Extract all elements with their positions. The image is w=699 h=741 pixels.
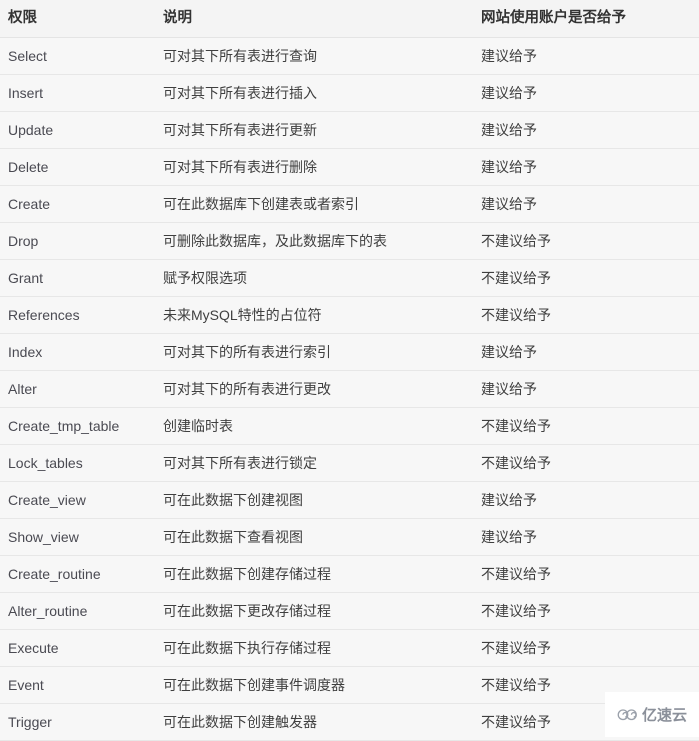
- table-row: Event 可在此数据下创建事件调度器 不建议给予: [0, 666, 699, 704]
- column-header-grant: 网站使用账户是否给予: [473, 0, 699, 38]
- cell-privilege: Grant: [0, 259, 155, 297]
- table-row: Execute 可在此数据下执行存储过程 不建议给予: [0, 629, 699, 667]
- cell-description: 未来MySQL特性的占位符: [155, 296, 473, 334]
- cell-grant: 不建议给予: [473, 666, 699, 704]
- cell-grant: 不建议给予: [473, 222, 699, 260]
- cell-privilege: Trigger: [0, 703, 155, 741]
- table-row: Create_view 可在此数据下创建视图 建议给予: [0, 481, 699, 519]
- cell-description: 创建临时表: [155, 407, 473, 445]
- cell-grant: 不建议给予: [473, 703, 699, 741]
- table-row: Create_routine 可在此数据下创建存储过程 不建议给予: [0, 555, 699, 593]
- cell-description: 可对其下所有表进行删除: [155, 148, 473, 186]
- table-row: Lock_tables 可对其下所有表进行锁定 不建议给予: [0, 444, 699, 482]
- cell-privilege: Create_routine: [0, 555, 155, 593]
- cell-description: 可在此数据库下创建表或者索引: [155, 185, 473, 223]
- cell-grant: 建议给予: [473, 111, 699, 149]
- cell-description: 可删除此数据库，及此数据库下的表: [155, 222, 473, 260]
- table-row: Select 可对其下所有表进行查询 建议给予: [0, 37, 699, 75]
- cell-privilege: Event: [0, 666, 155, 704]
- table-header: 权限 说明 网站使用账户是否给予: [0, 0, 699, 38]
- table-body: Select 可对其下所有表进行查询 建议给予 Insert 可对其下所有表进行插入 建议…: [0, 37, 699, 741]
- table-row: Grant 赋予权限选项 不建议给予: [0, 259, 699, 297]
- cell-privilege: Alter: [0, 370, 155, 408]
- cell-privilege: Insert: [0, 74, 155, 112]
- mysql-privileges-table: 权限 说明 网站使用账户是否给予 Select 可对其下所有表进行查询 建议给予 In…: [0, 0, 699, 741]
- cell-privilege: Select: [0, 37, 155, 75]
- cell-privilege: Show_view: [0, 518, 155, 556]
- cell-privilege: Lock_tables: [0, 444, 155, 482]
- cell-description: 可在此数据下查看视图: [155, 518, 473, 556]
- cell-description: 可对其下的所有表进行索引: [155, 333, 473, 371]
- column-header-privilege: 权限: [0, 0, 155, 38]
- cell-grant: 建议给予: [473, 481, 699, 519]
- table-row: Alter 可对其下的所有表进行更改 建议给予: [0, 370, 699, 408]
- cell-description: 可在此数据下更改存储过程: [155, 592, 473, 630]
- cell-grant: 建议给予: [473, 37, 699, 75]
- table-row: Drop 可删除此数据库，及此数据库下的表 不建议给予: [0, 222, 699, 260]
- cell-description: 可对其下所有表进行查询: [155, 37, 473, 75]
- cell-privilege: Create: [0, 185, 155, 223]
- cell-grant: 建议给予: [473, 518, 699, 556]
- cell-description: 可对其下所有表进行锁定: [155, 444, 473, 482]
- cell-grant: 不建议给予: [473, 259, 699, 297]
- table-row: Create 可在此数据库下创建表或者索引 建议给予: [0, 185, 699, 223]
- cell-grant: 不建议给予: [473, 629, 699, 667]
- cell-grant: 不建议给予: [473, 592, 699, 630]
- cell-description: 可对其下所有表进行更新: [155, 111, 473, 149]
- cell-privilege: Execute: [0, 629, 155, 667]
- cell-privilege: Drop: [0, 222, 155, 260]
- cell-privilege: Index: [0, 333, 155, 371]
- cell-grant: 建议给予: [473, 333, 699, 371]
- cell-privilege: Create_view: [0, 481, 155, 519]
- table-row: Show_view 可在此数据下查看视图 建议给予: [0, 518, 699, 556]
- cell-grant: 建议给予: [473, 148, 699, 186]
- table-row: Update 可对其下所有表进行更新 建议给予: [0, 111, 699, 149]
- cell-privilege: Update: [0, 111, 155, 149]
- cell-privilege: References: [0, 296, 155, 334]
- cell-grant: 不建议给予: [473, 407, 699, 445]
- cell-description: 可在此数据下执行存储过程: [155, 629, 473, 667]
- cell-grant: 不建议给予: [473, 444, 699, 482]
- table-row: References 未来MySQL特性的占位符 不建议给予: [0, 296, 699, 334]
- cell-description: 赋予权限选项: [155, 259, 473, 297]
- cell-grant: 不建议给予: [473, 555, 699, 593]
- cell-grant: 不建议给予: [473, 296, 699, 334]
- cell-description: 可在此数据下创建视图: [155, 481, 473, 519]
- column-header-description: 说明: [155, 0, 473, 38]
- table-row: Trigger 可在此数据下创建触发器 不建议给予: [0, 703, 699, 741]
- table-row: Insert 可对其下所有表进行插入 建议给予: [0, 74, 699, 112]
- cell-grant: 建议给予: [473, 370, 699, 408]
- table-row: Create_tmp_table 创建临时表 不建议给予: [0, 407, 699, 445]
- table-row: Delete 可对其下所有表进行删除 建议给予: [0, 148, 699, 186]
- table-row: Index 可对其下的所有表进行索引 建议给予: [0, 333, 699, 371]
- cell-privilege: Create_tmp_table: [0, 407, 155, 445]
- table-header-row: 权限 说明 网站使用账户是否给予: [0, 0, 699, 38]
- cell-description: 可在此数据下创建存储过程: [155, 555, 473, 593]
- cell-description: 可在此数据下创建事件调度器: [155, 666, 473, 704]
- cell-privilege: Delete: [0, 148, 155, 186]
- cell-grant: 建议给予: [473, 185, 699, 223]
- cell-description: 可对其下所有表进行插入: [155, 74, 473, 112]
- cell-description: 可对其下的所有表进行更改: [155, 370, 473, 408]
- cell-description: 可在此数据下创建触发器: [155, 703, 473, 741]
- cell-grant: 建议给予: [473, 74, 699, 112]
- table-row: Alter_routine 可在此数据下更改存储过程 不建议给予: [0, 592, 699, 630]
- cell-privilege: Alter_routine: [0, 592, 155, 630]
